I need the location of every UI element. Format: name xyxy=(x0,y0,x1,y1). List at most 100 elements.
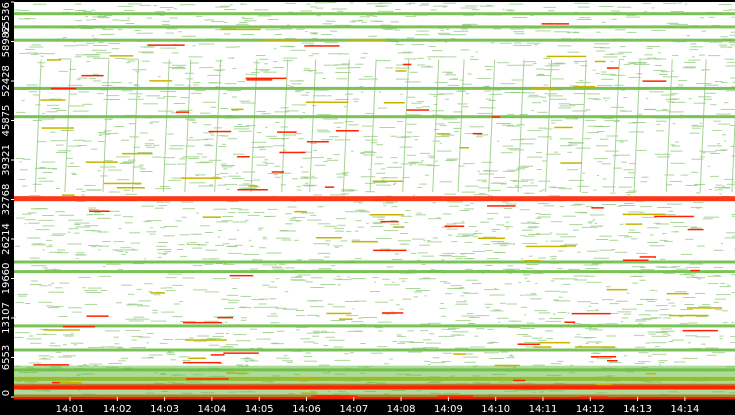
speckle xyxy=(577,251,581,253)
speckle xyxy=(312,194,322,196)
speckle xyxy=(19,169,28,171)
speckle xyxy=(435,123,445,125)
speckle xyxy=(627,31,637,33)
speckle xyxy=(591,352,601,354)
speckle xyxy=(89,363,103,365)
streak xyxy=(591,207,604,209)
speckle xyxy=(413,194,416,196)
speckle xyxy=(545,240,548,242)
speckle xyxy=(72,311,82,313)
speckle xyxy=(128,159,136,161)
speckle xyxy=(715,298,727,300)
speckle xyxy=(479,193,486,195)
speckle xyxy=(453,127,462,129)
speckle xyxy=(503,268,515,270)
speckle xyxy=(346,231,352,233)
speckle xyxy=(222,176,227,178)
speckle xyxy=(158,76,161,78)
streak xyxy=(41,127,74,129)
speckle xyxy=(46,111,58,113)
speckle xyxy=(526,322,535,324)
speckle xyxy=(292,216,306,218)
speckle xyxy=(111,48,120,50)
speckle xyxy=(51,282,55,284)
speckle xyxy=(220,163,227,165)
speckle xyxy=(677,84,684,86)
streak xyxy=(326,312,352,315)
speckle xyxy=(344,174,349,176)
speckle xyxy=(661,94,675,96)
speckle xyxy=(222,243,230,245)
speckle xyxy=(116,179,130,181)
speckle xyxy=(322,78,326,79)
speckle xyxy=(266,315,278,317)
speckle xyxy=(442,2,457,4)
speckle xyxy=(72,110,89,112)
speckle xyxy=(525,264,539,265)
speckle xyxy=(594,222,598,224)
speckle xyxy=(439,181,453,183)
speckle xyxy=(419,183,427,185)
speckle xyxy=(217,236,221,238)
speckle xyxy=(63,9,74,10)
speckle xyxy=(82,287,86,289)
speckle xyxy=(120,247,132,249)
streak xyxy=(246,79,273,81)
speckle xyxy=(358,210,368,212)
speckle xyxy=(446,72,453,74)
speckle xyxy=(538,203,549,205)
density-band xyxy=(14,86,735,90)
speckle xyxy=(215,244,224,246)
speckle xyxy=(164,163,176,165)
speckle xyxy=(141,205,154,207)
speckle xyxy=(28,195,41,197)
speckle xyxy=(258,229,262,231)
speckle xyxy=(671,93,679,95)
speckle xyxy=(218,230,223,231)
speckle xyxy=(463,292,479,294)
speckle xyxy=(409,162,423,164)
speckle xyxy=(363,76,373,78)
speckle xyxy=(431,110,444,112)
speckle xyxy=(104,118,112,120)
speckle xyxy=(596,239,608,240)
speckle xyxy=(651,335,668,337)
speckle xyxy=(262,161,268,163)
speckle xyxy=(118,360,126,362)
streak xyxy=(315,395,358,398)
speckle xyxy=(658,364,661,366)
speckle xyxy=(115,302,122,304)
speckle xyxy=(568,142,583,144)
speckle xyxy=(276,330,285,332)
speckle xyxy=(699,123,703,125)
speckle xyxy=(49,345,61,347)
speckle xyxy=(360,343,366,344)
speckle xyxy=(273,145,285,147)
speckle xyxy=(301,42,315,44)
speckle xyxy=(689,49,699,51)
speckle xyxy=(402,298,412,300)
speckle xyxy=(707,165,711,167)
speckle xyxy=(237,81,246,83)
speckle xyxy=(472,236,478,238)
speckle xyxy=(22,158,31,160)
speckle xyxy=(586,93,600,95)
speckle xyxy=(532,364,545,366)
speckle xyxy=(189,242,197,244)
speckle xyxy=(432,140,441,142)
speckle xyxy=(656,223,670,225)
speckle xyxy=(276,357,290,359)
speckle xyxy=(146,146,156,148)
speckle xyxy=(720,36,728,38)
streak xyxy=(477,237,506,239)
speckle xyxy=(523,342,540,343)
speckle xyxy=(620,46,626,48)
speckle xyxy=(559,188,572,190)
speckle xyxy=(138,164,144,166)
speckle xyxy=(486,212,499,214)
speckle xyxy=(397,52,411,54)
speckle xyxy=(426,165,440,167)
speckle xyxy=(464,133,473,135)
speckle xyxy=(75,226,90,228)
speckle xyxy=(638,314,651,316)
